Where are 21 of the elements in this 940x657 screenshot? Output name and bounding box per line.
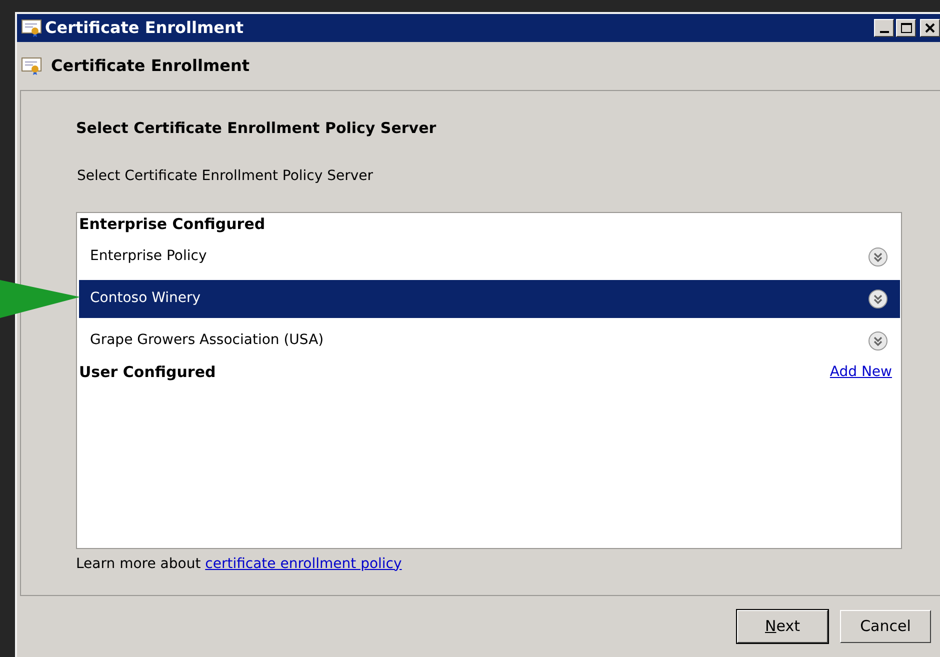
maximize-button[interactable]	[896, 19, 916, 37]
group-heading: Enterprise Configured	[79, 214, 266, 236]
minimize-button[interactable]	[874, 19, 894, 37]
page-description: Select Certificate Enrollment Policy Server	[77, 166, 374, 186]
policy-item[interactable]: Contoso Winery	[79, 280, 900, 318]
close-button[interactable]	[920, 19, 940, 37]
expand-icon[interactable]	[868, 288, 888, 308]
learn-more-text: Learn more about	[76, 556, 202, 572]
certificate-icon	[21, 18, 43, 38]
expand-icon[interactable]	[868, 330, 888, 350]
window-title: Certificate Enrollment	[45, 17, 245, 39]
page-heading: Select Certificate Enrollment Policy Server	[76, 118, 438, 139]
group-heading: User Configured	[79, 362, 216, 384]
policy-link[interactable]: certificate enrollment policy	[205, 556, 402, 572]
expand-icon[interactable]	[868, 246, 888, 266]
next-button[interactable]: Next	[737, 610, 828, 643]
close-icon	[925, 23, 935, 33]
header-title: Certificate Enrollment	[51, 55, 250, 77]
add-new-link[interactable]: Add New	[830, 362, 892, 383]
cancel-button[interactable]: Cancel	[840, 610, 931, 643]
certificate-icon	[21, 56, 43, 76]
